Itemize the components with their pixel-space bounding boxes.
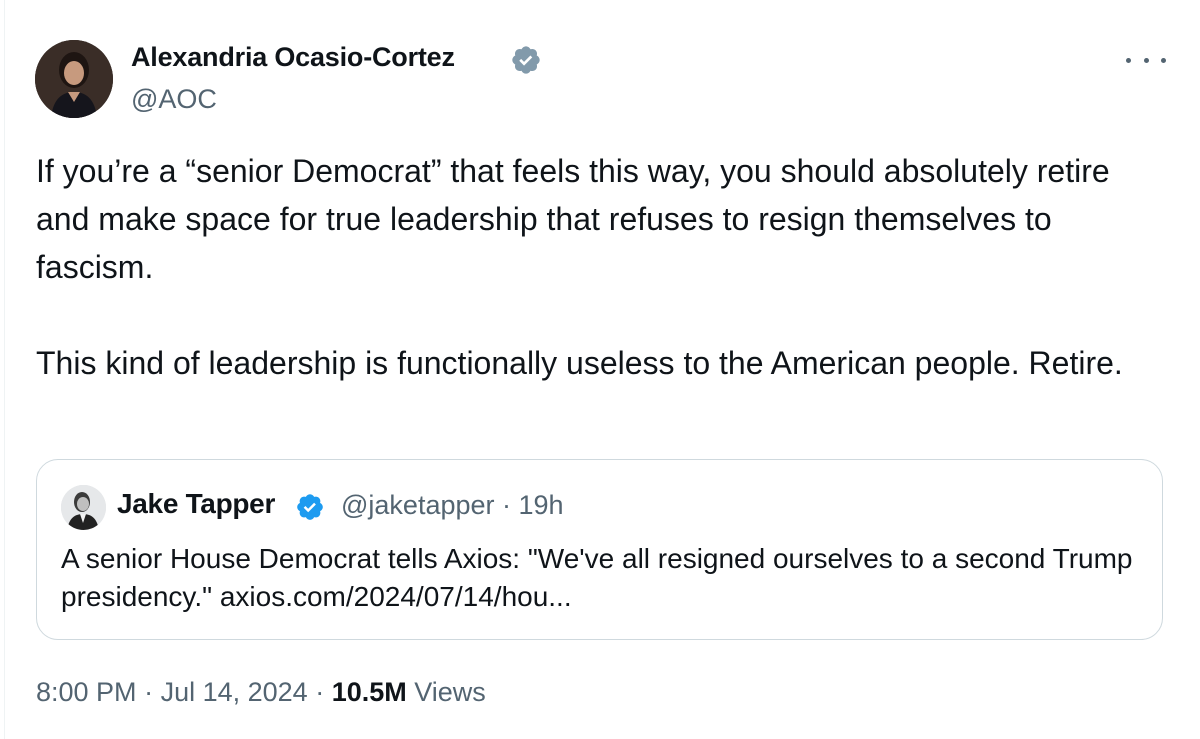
- quoted-author-name[interactable]: Jake Tapper: [117, 488, 275, 520]
- quoted-tweet-card[interactable]: Jake Tapper @jaketapper · 19h A senior H…: [36, 459, 1163, 640]
- tweet-paragraph: This kind of leadership is functionally …: [36, 345, 1123, 381]
- more-horizontal-icon[interactable]: [1126, 48, 1166, 72]
- profile-photo-icon: [61, 485, 106, 530]
- separator: ·: [494, 490, 519, 520]
- separator: ·: [136, 677, 161, 707]
- quoted-timestamp[interactable]: 19h: [519, 490, 564, 520]
- divider: [4, 0, 5, 739]
- views-count[interactable]: 10.5M: [332, 677, 407, 707]
- tweet-date[interactable]: Jul 14, 2024: [161, 677, 308, 707]
- views-label: Views: [406, 677, 486, 707]
- tweet[interactable]: Alexandria Ocasio-Cortez @AOC If you’re …: [0, 0, 1200, 739]
- quoted-meta: @jaketapper · 19h: [341, 490, 564, 521]
- profile-photo-icon: [35, 40, 113, 118]
- tweet-paragraph: If you’re a “senior Democrat” that feels…: [36, 153, 1110, 285]
- verified-badge-icon: [512, 46, 540, 74]
- author-avatar[interactable]: [35, 40, 113, 118]
- tweet-text: If you’re a “senior Democrat” that feels…: [36, 147, 1166, 387]
- verified-badge-icon: [297, 494, 323, 520]
- quoted-tweet-text: A senior House Democrat tells Axios: "We…: [61, 543, 1133, 612]
- tweet-meta: 8:00 PM · Jul 14, 2024 · 10.5M Views: [36, 677, 486, 708]
- tweet-time[interactable]: 8:00 PM: [36, 677, 137, 707]
- separator: ·: [307, 677, 332, 707]
- quoted-author-avatar[interactable]: [61, 485, 106, 530]
- quoted-author-handle[interactable]: @jaketapper: [341, 490, 495, 520]
- author-name[interactable]: Alexandria Ocasio-Cortez: [131, 42, 455, 73]
- author-handle[interactable]: @AOC: [131, 84, 217, 115]
